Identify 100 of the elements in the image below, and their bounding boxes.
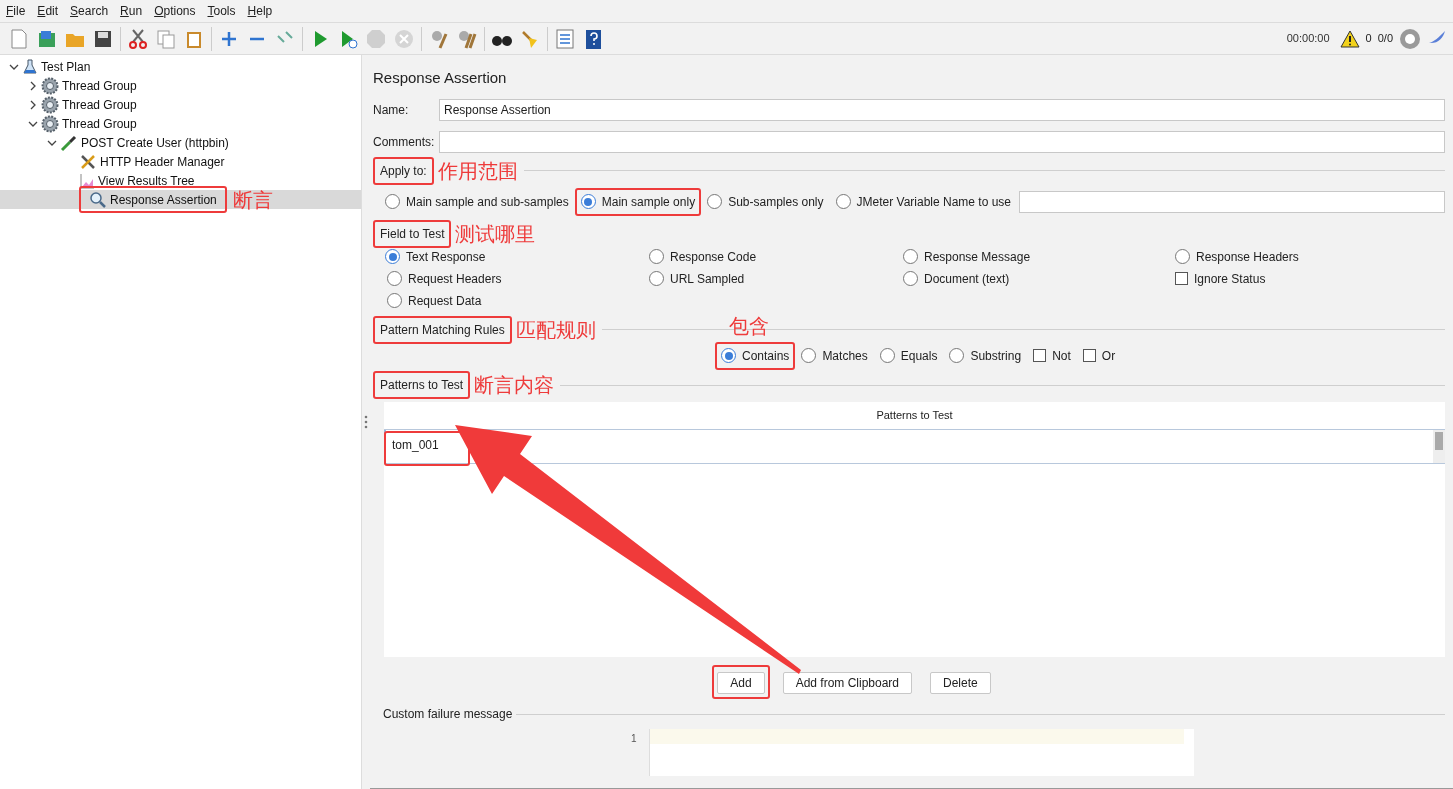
menu-item[interactable]: Run <box>116 2 147 20</box>
radio-button[interactable] <box>385 249 400 264</box>
radio-button[interactable] <box>903 249 918 264</box>
menu-item[interactable]: Search <box>66 2 113 20</box>
column-header: Patterns to Test <box>875 408 954 423</box>
radio-option[interactable]: Main sample only <box>574 187 702 216</box>
option-label: Request Data <box>408 292 482 310</box>
section-legend: Custom failure message <box>383 705 513 723</box>
chevron-right-icon[interactable] <box>28 80 38 91</box>
section-legend: Field to Test <box>373 219 452 248</box>
cut-icon[interactable] <box>127 27 149 50</box>
radio-option[interactable]: Substring <box>943 341 1028 370</box>
tree-label: HTTP Header Manager <box>100 153 225 171</box>
warning-count: 0 <box>1365 31 1372 47</box>
radio-button[interactable] <box>580 194 596 209</box>
checkbox-option[interactable]: Not <box>1027 341 1077 370</box>
option-label: Main sample and sub-samples <box>406 193 569 211</box>
action-button[interactable]: Add <box>717 672 765 694</box>
variable-name-field[interactable] <box>1019 190 1445 213</box>
splitter-handle-icon[interactable] <box>364 415 368 429</box>
option-label: Response Headers <box>1196 248 1299 266</box>
list-icon[interactable] <box>554 27 576 50</box>
tree-row[interactable]: Thread Group <box>0 76 361 95</box>
radio-button[interactable] <box>801 348 817 363</box>
option-label: Substring <box>970 347 1022 365</box>
annotation-note: 作用范围 <box>437 160 518 181</box>
radio-option[interactable]: Sub-samples only <box>701 187 830 216</box>
option-label: Matches <box>822 347 868 365</box>
radio-option[interactable]: Matches <box>795 341 874 370</box>
elapsed-time: 00:00:00 <box>1286 31 1330 47</box>
action-button[interactable]: Add from Clipboard <box>782 672 913 694</box>
menu-item[interactable]: Edit <box>33 2 63 20</box>
gear-icon <box>41 114 59 133</box>
tree-label: Test Plan <box>41 58 91 76</box>
radio-button[interactable] <box>1175 249 1190 264</box>
radio-button[interactable] <box>879 348 895 363</box>
name-field[interactable]: Response Assertion <box>439 98 1445 121</box>
option-label: Main sample only <box>601 193 696 211</box>
tree-label: View Results Tree <box>98 172 195 190</box>
radio-button[interactable] <box>835 194 851 209</box>
tree-row[interactable]: View Results Tree <box>0 171 361 190</box>
option-label: Not <box>1052 347 1071 365</box>
chevron-right-icon[interactable] <box>28 99 38 110</box>
radio-option[interactable]: JMeter Variable Name to use <box>829 187 1018 216</box>
radio-option[interactable]: Contains <box>715 341 796 370</box>
section-legend: Apply to: <box>373 156 434 185</box>
action-button[interactable]: Delete <box>930 672 991 694</box>
scrollbar[interactable] <box>1433 429 1445 463</box>
radio-button[interactable] <box>387 271 402 286</box>
tree-row[interactable]: POST Create User (httpbin) <box>0 133 361 152</box>
option-label: Text Response <box>406 248 486 266</box>
annotation-note: 包含 <box>729 315 769 336</box>
section-legend: Pattern Matching Rules <box>373 315 512 344</box>
menu-item[interactable]: Options <box>150 2 200 20</box>
radio-button[interactable] <box>649 249 664 264</box>
tree-row[interactable]: Thread Group <box>0 114 361 133</box>
option-label: Response Code <box>670 248 757 266</box>
checkbox-option[interactable]: Or <box>1076 341 1122 370</box>
option-label: Or <box>1101 347 1116 365</box>
checkbox[interactable] <box>1082 349 1096 363</box>
option-label: Response Message <box>924 248 1031 266</box>
tree-row[interactable]: Test Plan <box>0 57 361 76</box>
field-label: Comments: <box>373 133 435 151</box>
radio-button[interactable] <box>949 348 965 363</box>
menu-item[interactable]: Tools <box>203 2 240 20</box>
tree-label: Thread Group <box>62 115 137 133</box>
dropper-icon <box>60 133 78 152</box>
radio-button[interactable] <box>903 271 918 286</box>
checkbox[interactable] <box>1033 349 1047 363</box>
option-label: Ignore Status <box>1194 270 1266 288</box>
radio-button[interactable] <box>649 271 664 286</box>
copy-icon[interactable] <box>155 27 177 50</box>
annotation-note: 断言 <box>232 189 273 210</box>
radio-button[interactable] <box>385 194 400 209</box>
option-label: Request Headers <box>408 270 502 288</box>
annotation-note: 匹配规则 <box>515 319 596 340</box>
radio-option[interactable]: Text Response <box>381 246 490 267</box>
warning-icon[interactable] <box>1339 29 1360 48</box>
tree-label: POST Create User (httpbin) <box>81 134 229 152</box>
annotation-note: 测试哪里 <box>455 223 536 244</box>
radio-option[interactable]: Equals <box>873 341 944 370</box>
flask-icon <box>22 58 38 75</box>
panel-title: Response Assertion <box>373 68 508 88</box>
new-file-icon[interactable] <box>8 27 30 50</box>
tree-row[interactable]: HTTP Header Manager <box>0 152 361 171</box>
option-label: JMeter Variable Name to use <box>856 193 1012 211</box>
radio-button[interactable] <box>387 293 402 308</box>
tree-row[interactable]: Thread Group <box>0 95 361 114</box>
checkbox[interactable] <box>1175 272 1188 285</box>
radio-button[interactable] <box>707 194 723 209</box>
comments-field[interactable] <box>439 130 1445 153</box>
radio-option[interactable]: Main sample and sub-samples <box>379 187 575 216</box>
magnifier-icon <box>89 190 107 209</box>
menu-item[interactable]: File <box>2 2 30 20</box>
menu-item[interactable]: Help <box>243 2 277 20</box>
status-circle-icon <box>1399 27 1421 50</box>
radio-button[interactable] <box>721 348 736 364</box>
tree-label: Thread Group <box>62 77 137 95</box>
annotation-note: 断言内容 <box>474 375 555 395</box>
section-legend: Patterns to Test <box>373 371 471 399</box>
